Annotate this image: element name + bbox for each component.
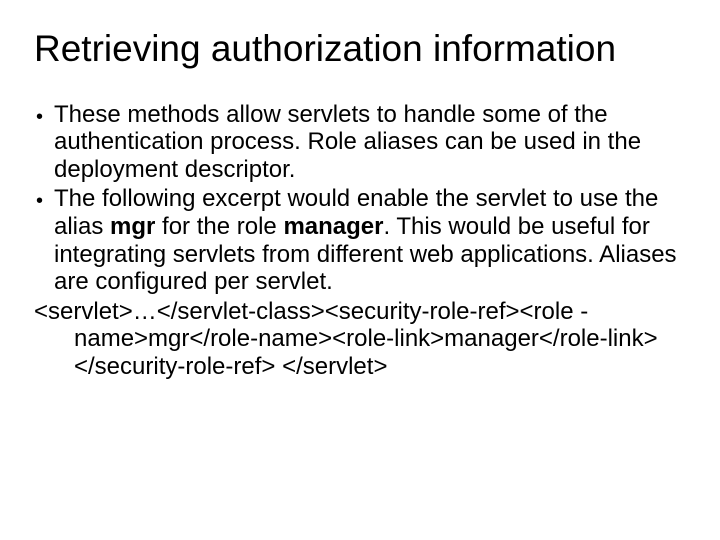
slide-title: Retrieving authorization information — [34, 28, 686, 71]
bullet-text: These methods allow servlets to handle s… — [54, 101, 686, 184]
bullet-text: The following excerpt would enable the s… — [54, 185, 686, 295]
slide-body: These methods allow servlets to handle s… — [34, 101, 686, 381]
bullet-item: The following excerpt would enable the s… — [34, 185, 686, 295]
slide: Retrieving authorization information The… — [0, 0, 720, 540]
bold-text: manager — [283, 213, 383, 240]
text-run: for the role — [155, 213, 283, 240]
bullet-item: These methods allow servlets to handle s… — [34, 101, 686, 184]
bullet-icon — [34, 101, 54, 130]
bold-text: mgr — [110, 213, 155, 240]
bullet-icon — [34, 185, 54, 214]
code-excerpt: <servlet>…</servlet-class><security-role… — [34, 298, 686, 381]
